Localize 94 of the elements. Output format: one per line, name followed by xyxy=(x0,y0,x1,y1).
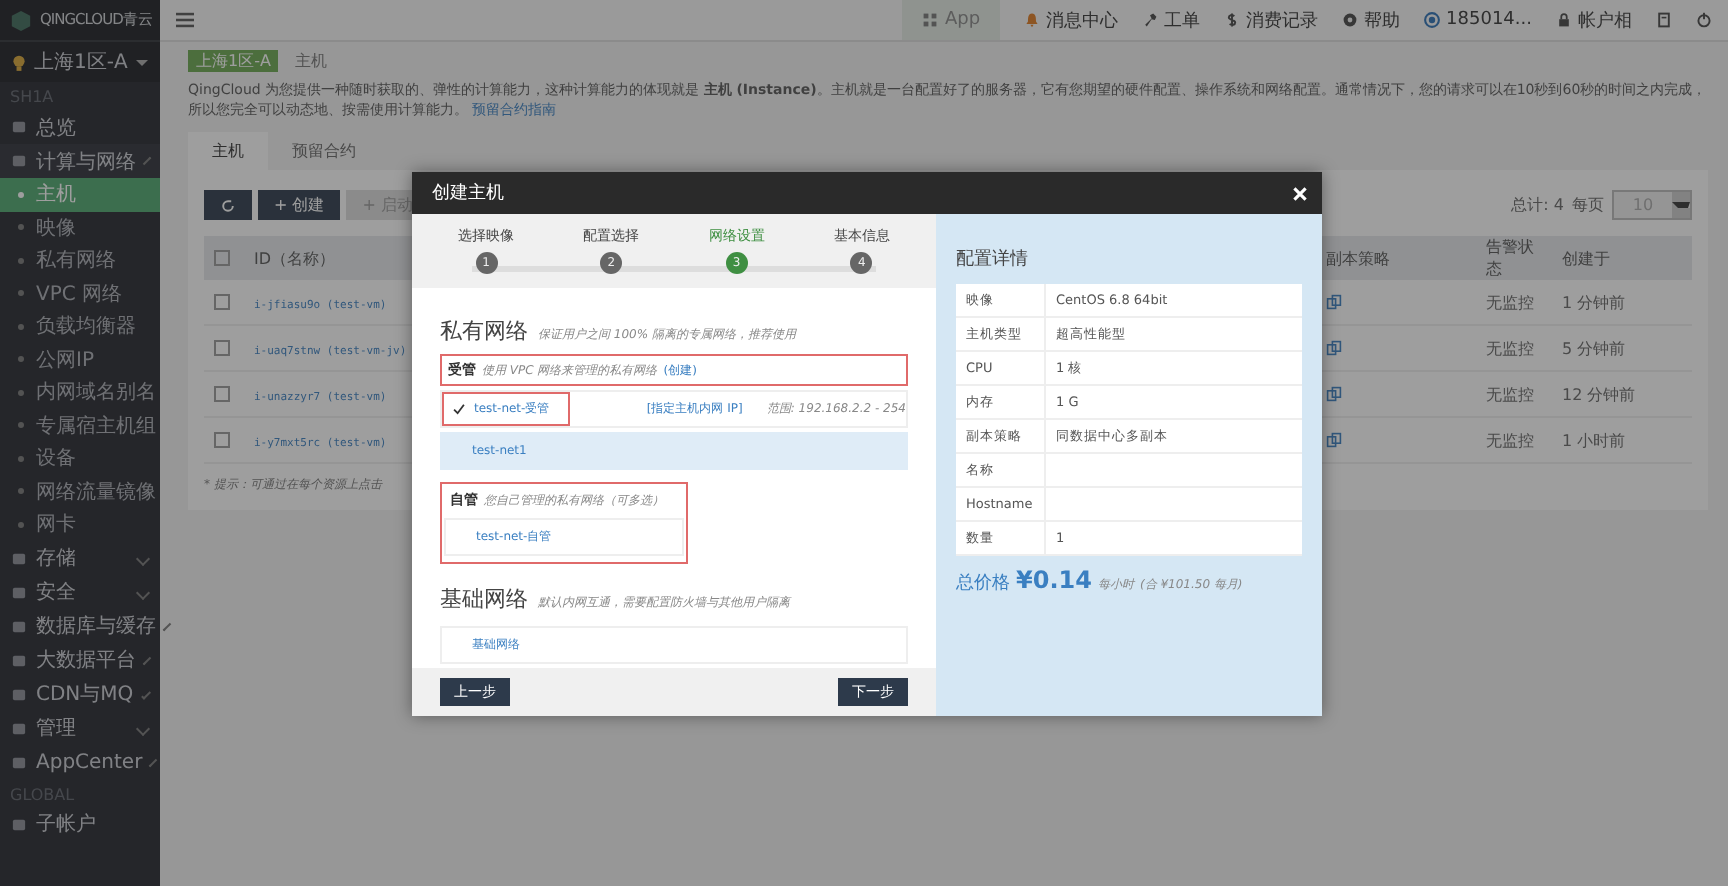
close-icon[interactable] xyxy=(1292,185,1308,201)
nav-item[interactable]: 计算与网络 xyxy=(0,144,160,178)
copies-icon xyxy=(1326,432,1342,448)
top-bar-item[interactable]: 185014... xyxy=(1424,0,1532,40)
square-icon xyxy=(12,721,26,735)
nav-subitem[interactable]: 主机 xyxy=(0,178,160,211)
nav-subitem[interactable]: 网络流量镜像 xyxy=(0,475,160,508)
column-header: 告警状态 xyxy=(1476,236,1552,280)
nav-subitem[interactable]: 私有网络 xyxy=(0,244,160,277)
bullet-icon xyxy=(18,323,24,330)
nav-subitem[interactable]: VPC 网络 xyxy=(0,277,160,310)
nav-item[interactable]: 管理 xyxy=(0,711,160,745)
help-icon xyxy=(1342,12,1359,28)
bullet-icon xyxy=(18,389,24,396)
square-icon xyxy=(12,687,26,701)
bullet-icon xyxy=(18,455,24,462)
zone-tag[interactable]: 上海1区-A xyxy=(188,50,279,72)
toolbar-button[interactable]: + 创建 xyxy=(258,190,341,220)
nav-item[interactable]: 安全 xyxy=(0,575,160,609)
table-cell: 无监控 xyxy=(1476,417,1552,463)
column-header: 副本策略 xyxy=(1316,236,1476,280)
nav-item[interactable]: 大数据平台 xyxy=(0,643,160,677)
square-icon xyxy=(12,585,26,599)
table-cell: 12 分钟前 xyxy=(1552,371,1692,417)
refresh-icon xyxy=(220,197,236,213)
nav-subitem[interactable]: 负载均衡器 xyxy=(0,310,160,343)
bullet-icon xyxy=(18,290,24,297)
nav-item[interactable]: AppCenter xyxy=(0,745,160,779)
total-count: 总计: 4 xyxy=(1511,194,1564,216)
checkbox[interactable] xyxy=(214,294,230,311)
refresh-button[interactable] xyxy=(204,190,252,220)
hexagon-logo-icon xyxy=(10,9,32,31)
lock-icon xyxy=(1556,12,1572,28)
bullet-icon xyxy=(18,356,24,363)
nav-subitem[interactable]: 专属宿主机组 xyxy=(0,409,160,442)
details-title: 配置详情 xyxy=(956,247,1030,272)
grid-icon xyxy=(922,12,939,28)
section-title: 私有网络 xyxy=(440,316,528,346)
table-cell: 1 分钟前 xyxy=(1552,280,1692,325)
list-icon[interactable] xyxy=(1656,12,1672,28)
table-cell: 无监控 xyxy=(1476,325,1552,371)
bullet-icon xyxy=(18,521,24,528)
bullet-icon xyxy=(18,488,24,495)
bullet-icon xyxy=(18,422,24,429)
nav-subitem[interactable]: 映像 xyxy=(0,211,160,244)
table-cell: 5 分钟前 xyxy=(1552,325,1692,371)
top-bar-item[interactable]: 帐户相 xyxy=(1556,0,1632,40)
nav-subitem[interactable]: 设备 xyxy=(0,442,160,475)
square-icon xyxy=(12,817,26,831)
nav-item[interactable]: 总览 xyxy=(0,110,160,144)
bullet-icon xyxy=(18,224,24,231)
dollar-icon xyxy=(1224,12,1241,28)
nav-subitem[interactable]: 内网域名别名 xyxy=(0,376,160,409)
copies-icon xyxy=(1326,340,1342,356)
bulb-icon xyxy=(12,53,26,71)
zone-selector[interactable]: 上海1区-A xyxy=(0,40,160,82)
checkbox[interactable] xyxy=(214,432,230,449)
bullet-icon xyxy=(18,191,24,198)
copies-icon xyxy=(1326,386,1342,402)
square-icon xyxy=(12,551,26,565)
checkbox[interactable] xyxy=(214,340,230,357)
price-value: ¥0.14 xyxy=(1016,566,1092,594)
nav-subitem[interactable]: 网卡 xyxy=(0,508,160,541)
bell-icon xyxy=(1024,12,1041,28)
per-page-label: 每页 xyxy=(1572,194,1604,216)
tab[interactable]: 主机 xyxy=(188,132,268,170)
price-label: 总价格 xyxy=(956,571,1010,596)
caret-icon xyxy=(136,59,148,65)
breadcrumb-item: 主机 xyxy=(294,50,327,72)
section-title: 基础网络 xyxy=(440,584,528,614)
checkbox[interactable] xyxy=(214,386,230,403)
square-icon xyxy=(12,154,26,168)
power-icon[interactable] xyxy=(1696,12,1712,28)
table-cell: 无监控 xyxy=(1476,280,1552,325)
square-icon xyxy=(12,619,26,633)
table-cell: 1 小时前 xyxy=(1552,417,1692,463)
copies-icon xyxy=(1326,294,1342,310)
square-icon xyxy=(12,755,26,769)
wrench-icon xyxy=(1142,12,1159,28)
nav-item[interactable]: CDN与MQ xyxy=(0,677,160,711)
nav-item[interactable]: 子帐户 xyxy=(0,807,160,841)
bullet-icon xyxy=(18,257,24,264)
menu-icon[interactable] xyxy=(176,12,194,28)
square-icon xyxy=(12,120,26,134)
nav-item[interactable]: 存储 xyxy=(0,541,160,575)
top-bar-item[interactable]: 消费记录 xyxy=(1224,0,1319,40)
avatar-icon xyxy=(1424,12,1441,28)
checkbox[interactable] xyxy=(214,250,230,267)
square-icon xyxy=(12,653,26,667)
dialog-title: 创建主机 xyxy=(432,181,504,206)
column-header: 创建于 xyxy=(1552,236,1692,280)
nav-subitem[interactable]: 公网IP xyxy=(0,343,160,376)
table-cell: 无监控 xyxy=(1476,371,1552,417)
tab[interactable]: 预留合约 xyxy=(268,132,380,170)
